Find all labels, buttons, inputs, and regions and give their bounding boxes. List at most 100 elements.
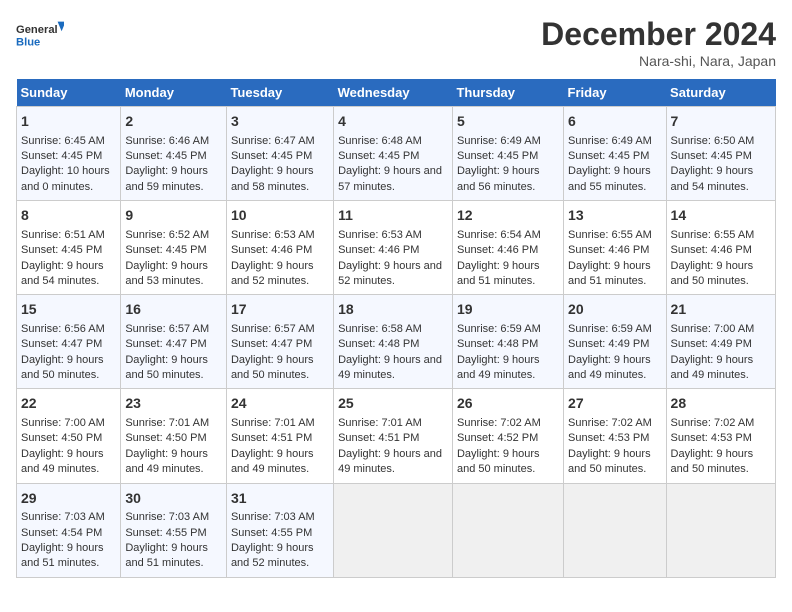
sunrise-text: Sunrise: 6:59 AM [568, 323, 652, 335]
sunset-text: Sunset: 4:45 PM [457, 150, 538, 162]
daylight-text: Daylight: 9 hours and 54 minutes. [671, 165, 754, 192]
sunset-text: Sunset: 4:45 PM [231, 150, 312, 162]
sunrise-text: Sunrise: 6:46 AM [125, 135, 209, 147]
daylight-text: Daylight: 9 hours and 56 minutes. [457, 165, 540, 192]
calendar-cell [334, 483, 453, 577]
day-number: 11 [338, 206, 448, 226]
sunrise-text: Sunrise: 7:02 AM [457, 417, 541, 429]
calendar-week-row: 1 Sunrise: 6:45 AM Sunset: 4:45 PM Dayli… [17, 107, 776, 201]
sunrise-text: Sunrise: 6:53 AM [338, 229, 422, 241]
sunset-text: Sunset: 4:51 PM [338, 432, 419, 444]
day-number: 20 [568, 300, 662, 320]
sunrise-text: Sunrise: 7:01 AM [231, 417, 315, 429]
sunrise-text: Sunrise: 6:59 AM [457, 323, 541, 335]
calendar-cell: 14 Sunrise: 6:55 AM Sunset: 4:46 PM Dayl… [666, 201, 775, 295]
sunrise-text: Sunrise: 7:02 AM [671, 417, 755, 429]
calendar-cell: 22 Sunrise: 7:00 AM Sunset: 4:50 PM Dayl… [17, 389, 121, 483]
day-number: 4 [338, 112, 448, 132]
sunrise-text: Sunrise: 6:45 AM [21, 135, 105, 147]
sunset-text: Sunset: 4:45 PM [568, 150, 649, 162]
daylight-text: Daylight: 9 hours and 49 minutes. [568, 354, 651, 381]
sunset-text: Sunset: 4:47 PM [125, 338, 206, 350]
sunset-text: Sunset: 4:46 PM [231, 244, 312, 256]
sunset-text: Sunset: 4:49 PM [671, 338, 752, 350]
sunrise-text: Sunrise: 7:01 AM [125, 417, 209, 429]
day-number: 19 [457, 300, 559, 320]
calendar-cell: 5 Sunrise: 6:49 AM Sunset: 4:45 PM Dayli… [452, 107, 563, 201]
sunrise-text: Sunrise: 6:54 AM [457, 229, 541, 241]
sunrise-text: Sunrise: 7:00 AM [21, 417, 105, 429]
day-number: 25 [338, 394, 448, 414]
daylight-text: Daylight: 9 hours and 50 minutes. [671, 260, 754, 287]
daylight-text: Daylight: 9 hours and 50 minutes. [671, 448, 754, 475]
calendar-cell: 18 Sunrise: 6:58 AM Sunset: 4:48 PM Dayl… [334, 295, 453, 389]
main-title: December 2024 [541, 16, 776, 53]
calendar-cell: 21 Sunrise: 7:00 AM Sunset: 4:49 PM Dayl… [666, 295, 775, 389]
calendar-week-row: 29 Sunrise: 7:03 AM Sunset: 4:54 PM Dayl… [17, 483, 776, 577]
calendar-cell: 28 Sunrise: 7:02 AM Sunset: 4:53 PM Dayl… [666, 389, 775, 483]
daylight-text: Daylight: 9 hours and 49 minutes. [231, 448, 314, 475]
sunset-text: Sunset: 4:46 PM [457, 244, 538, 256]
logo-svg: General Blue [16, 16, 64, 56]
calendar-cell: 4 Sunrise: 6:48 AM Sunset: 4:45 PM Dayli… [334, 107, 453, 201]
header-thursday: Thursday [452, 79, 563, 107]
sunrise-text: Sunrise: 6:47 AM [231, 135, 315, 147]
calendar-week-row: 8 Sunrise: 6:51 AM Sunset: 4:45 PM Dayli… [17, 201, 776, 295]
sunset-text: Sunset: 4:53 PM [568, 432, 649, 444]
day-number: 1 [21, 112, 116, 132]
day-number: 5 [457, 112, 559, 132]
day-number: 27 [568, 394, 662, 414]
daylight-text: Daylight: 9 hours and 51 minutes. [457, 260, 540, 287]
header-tuesday: Tuesday [226, 79, 333, 107]
calendar-cell: 16 Sunrise: 6:57 AM Sunset: 4:47 PM Dayl… [121, 295, 227, 389]
sunset-text: Sunset: 4:49 PM [568, 338, 649, 350]
day-number: 10 [231, 206, 329, 226]
sunset-text: Sunset: 4:53 PM [671, 432, 752, 444]
sunset-text: Sunset: 4:46 PM [671, 244, 752, 256]
sunrise-text: Sunrise: 7:00 AM [671, 323, 755, 335]
day-number: 8 [21, 206, 116, 226]
sunrise-text: Sunrise: 6:49 AM [457, 135, 541, 147]
sunset-text: Sunset: 4:54 PM [21, 527, 102, 539]
calendar-table: Sunday Monday Tuesday Wednesday Thursday… [16, 79, 776, 578]
sunrise-text: Sunrise: 7:02 AM [568, 417, 652, 429]
calendar-cell: 15 Sunrise: 6:56 AM Sunset: 4:47 PM Dayl… [17, 295, 121, 389]
sunrise-text: Sunrise: 6:53 AM [231, 229, 315, 241]
day-number: 29 [21, 489, 116, 509]
sunrise-text: Sunrise: 6:51 AM [21, 229, 105, 241]
calendar-cell: 10 Sunrise: 6:53 AM Sunset: 4:46 PM Dayl… [226, 201, 333, 295]
day-number: 28 [671, 394, 771, 414]
daylight-text: Daylight: 9 hours and 50 minutes. [231, 354, 314, 381]
calendar-cell: 7 Sunrise: 6:50 AM Sunset: 4:45 PM Dayli… [666, 107, 775, 201]
daylight-text: Daylight: 9 hours and 52 minutes. [231, 260, 314, 287]
calendar-cell [452, 483, 563, 577]
sunrise-text: Sunrise: 6:49 AM [568, 135, 652, 147]
sunrise-text: Sunrise: 7:01 AM [338, 417, 422, 429]
sunrise-text: Sunrise: 6:55 AM [671, 229, 755, 241]
day-number: 7 [671, 112, 771, 132]
svg-text:Blue: Blue [16, 37, 40, 49]
day-number: 3 [231, 112, 329, 132]
calendar-week-row: 15 Sunrise: 6:56 AM Sunset: 4:47 PM Dayl… [17, 295, 776, 389]
sunset-text: Sunset: 4:55 PM [125, 527, 206, 539]
day-number: 16 [125, 300, 222, 320]
calendar-cell: 3 Sunrise: 6:47 AM Sunset: 4:45 PM Dayli… [226, 107, 333, 201]
sunset-text: Sunset: 4:55 PM [231, 527, 312, 539]
title-block: December 2024 Nara-shi, Nara, Japan [541, 16, 776, 69]
daylight-text: Daylight: 9 hours and 49 minutes. [457, 354, 540, 381]
daylight-text: Daylight: 9 hours and 49 minutes. [21, 448, 104, 475]
daylight-text: Daylight: 9 hours and 59 minutes. [125, 165, 208, 192]
sunset-text: Sunset: 4:47 PM [231, 338, 312, 350]
daylight-text: Daylight: 10 hours and 0 minutes. [21, 165, 110, 192]
daylight-text: Daylight: 9 hours and 50 minutes. [457, 448, 540, 475]
sunset-text: Sunset: 4:45 PM [338, 150, 419, 162]
day-number: 24 [231, 394, 329, 414]
sunrise-text: Sunrise: 6:57 AM [125, 323, 209, 335]
calendar-cell: 12 Sunrise: 6:54 AM Sunset: 4:46 PM Dayl… [452, 201, 563, 295]
sunset-text: Sunset: 4:45 PM [125, 150, 206, 162]
daylight-text: Daylight: 9 hours and 55 minutes. [568, 165, 651, 192]
day-number: 17 [231, 300, 329, 320]
sunset-text: Sunset: 4:45 PM [21, 244, 102, 256]
daylight-text: Daylight: 9 hours and 53 minutes. [125, 260, 208, 287]
calendar-cell: 19 Sunrise: 6:59 AM Sunset: 4:48 PM Dayl… [452, 295, 563, 389]
